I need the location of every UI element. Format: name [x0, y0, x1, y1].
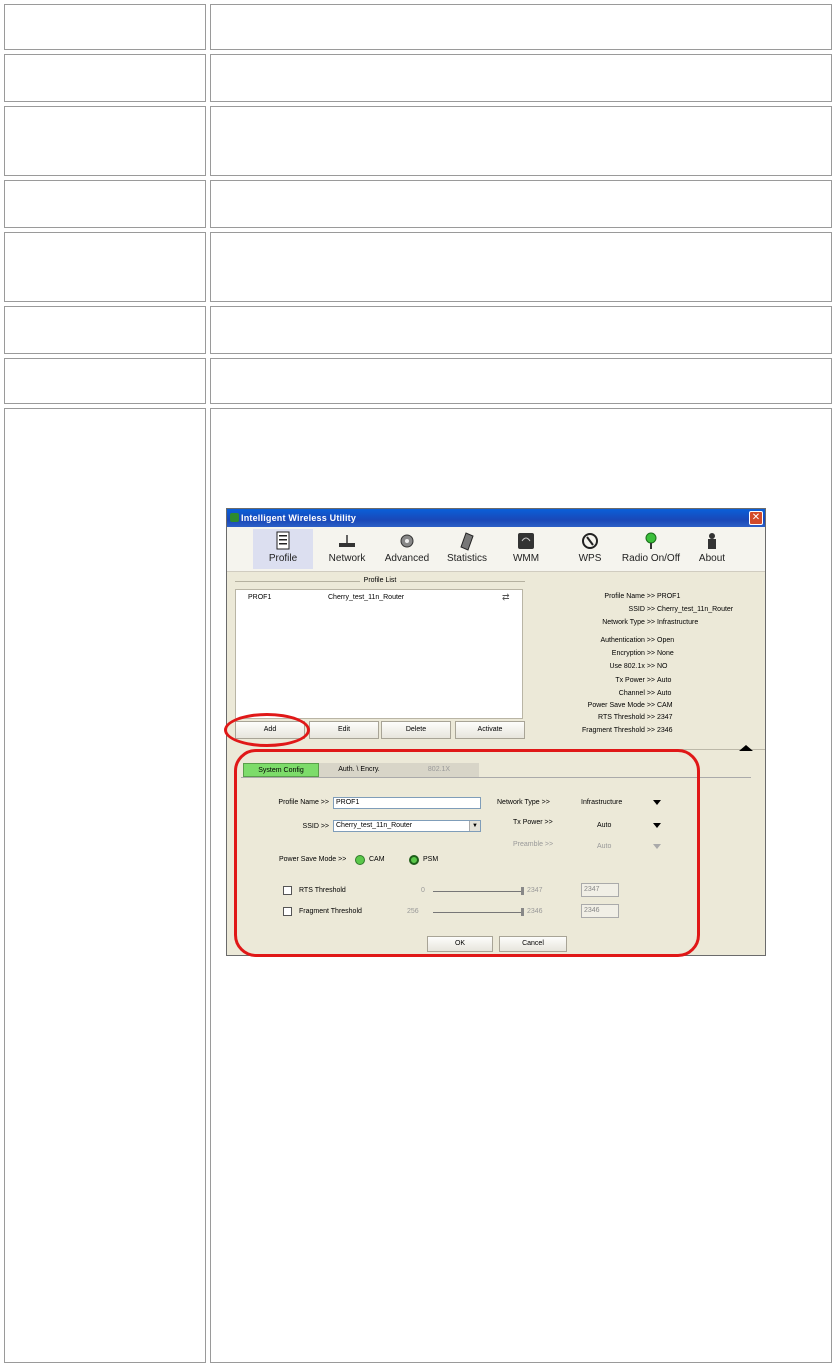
info-label: SSID >> [628, 606, 655, 613]
table-cell-desc-7 [210, 358, 832, 404]
info-label: Authentication >> [600, 637, 656, 644]
info-label: Power Save Mode >> [587, 702, 655, 709]
window-title: Intelligent Wireless Utility [241, 513, 357, 523]
profile-list[interactable]: PROF1 Cherry_test_11n_Router ⇄ [235, 589, 523, 719]
table-cell-label-7 [4, 358, 206, 404]
delete-button[interactable]: Delete [381, 721, 451, 739]
profile-row-name: PROF1 [248, 594, 272, 601]
tab-about-label: About [698, 553, 726, 564]
active-connection-icon: ⇄ [502, 592, 510, 602]
info-value: Auto [657, 690, 672, 697]
tab-network[interactable]: Network [319, 529, 375, 569]
about-icon [708, 533, 716, 549]
table-cell-label-6 [4, 306, 206, 354]
info-value: 2347 [657, 714, 673, 721]
info-value: 2346 [657, 727, 673, 734]
tab-radio-on-off[interactable]: Radio On/Off [617, 529, 685, 569]
config-panel-highlight [234, 749, 700, 957]
table-cell-desc-2 [210, 54, 832, 102]
tab-statistics-label: Statistics [446, 553, 487, 564]
list-item[interactable]: PROF1 Cherry_test_11n_Router ⇄ [236, 592, 522, 604]
table-cell-desc-5 [210, 232, 832, 302]
close-icon: ✕ [751, 512, 761, 523]
info-label: Network Type >> [602, 619, 655, 626]
info-label: Profile Name >> [604, 593, 655, 600]
edit-button[interactable]: Edit [309, 721, 379, 739]
info-label: RTS Threshold >> [598, 714, 655, 721]
tab-statistics[interactable]: Statistics [439, 529, 495, 569]
table-cell-label-8 [4, 408, 206, 1363]
activate-button[interactable]: Activate [455, 721, 525, 739]
collapse-arrow-icon[interactable] [739, 745, 753, 751]
wmm-icon [518, 533, 534, 549]
tab-profile-label: Profile [268, 553, 298, 564]
table-cell-desc-4 [210, 180, 832, 228]
profile-row-ssid: Cherry_test_11n_Router [328, 594, 405, 601]
info-value: Infrastructure [657, 619, 699, 626]
table-cell-label-3 [4, 106, 206, 176]
info-value: PROF1 [657, 593, 681, 600]
info-label: Fragment Threshold >> [581, 727, 655, 734]
info-value: CAM [657, 702, 673, 709]
tab-advanced-label: Advanced [384, 553, 430, 564]
tab-profile[interactable]: Profile [253, 529, 313, 569]
wps-icon [582, 533, 598, 549]
table-cell-label-4 [4, 180, 206, 228]
info-label: Encryption >> [611, 650, 655, 657]
tab-advanced[interactable]: Advanced [379, 529, 435, 569]
statistics-icon [460, 532, 474, 551]
table-cell-label-5 [4, 232, 206, 302]
tab-wmm[interactable]: WMM [503, 529, 549, 569]
table-cell-desc-6 [210, 306, 832, 354]
info-value: None [657, 650, 674, 657]
profile-list-title: Profile List [359, 577, 401, 584]
profile-list-group: Profile List PROF1 Cherry_test_11n_Route… [235, 577, 525, 721]
app-icon [230, 513, 239, 522]
info-label: Channel >> [618, 690, 655, 697]
tab-wps[interactable]: WPS [567, 529, 613, 569]
table-cell-label-1 [4, 4, 206, 50]
profile-info-panel: Profile Name >> PROF1 SSID >> Cherry_test_… [525, 593, 765, 743]
tab-network-label: Network [328, 553, 366, 564]
title-bar: Intelligent Wireless Utility ✕ [227, 509, 765, 527]
table-cell-desc-3 [210, 106, 832, 176]
info-value: Cherry_test_11n_Router [657, 606, 734, 613]
info-label: Use 802.1x >> [609, 663, 655, 670]
tab-wmm-label: WMM [512, 553, 540, 564]
info-value: Open [657, 637, 675, 644]
network-icon [339, 535, 355, 547]
info-label: Tx Power >> [615, 677, 655, 684]
close-button[interactable]: ✕ [749, 511, 763, 525]
table-cell-desc-1 [210, 4, 832, 50]
tab-radio-label: Radio On/Off [621, 553, 681, 564]
toolbar: Profile Network Advanced Statistics WMM … [227, 527, 765, 572]
add-button-highlight [224, 713, 310, 747]
advanced-icon [400, 534, 414, 548]
table-cell-label-2 [4, 54, 206, 102]
tab-about[interactable]: About [689, 529, 735, 569]
tab-wps-label: WPS [578, 553, 602, 564]
profile-icon [276, 531, 290, 550]
info-value: Auto [657, 677, 672, 684]
info-value: NO [657, 663, 668, 670]
radio-icon [645, 532, 657, 549]
